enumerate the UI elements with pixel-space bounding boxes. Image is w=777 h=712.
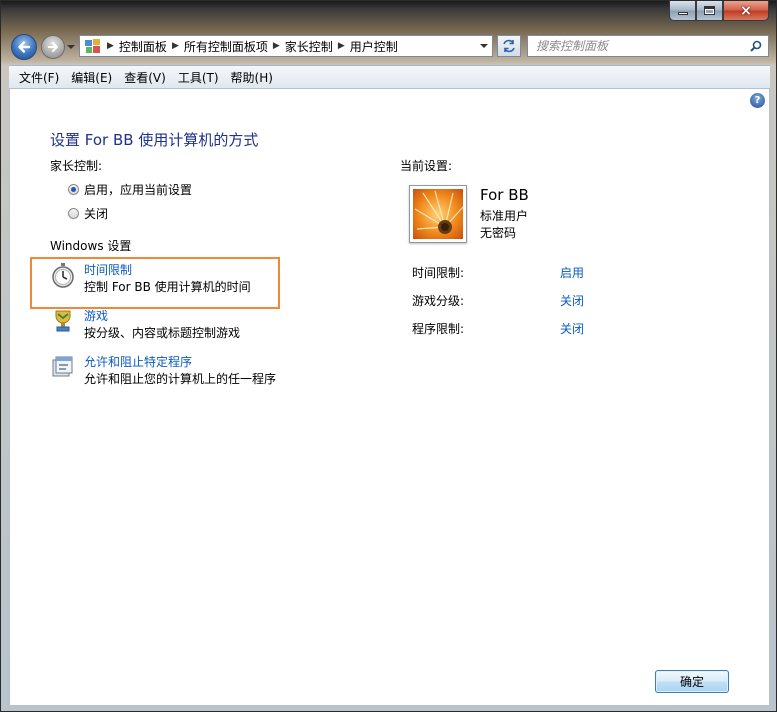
time-limit-value[interactable]: 启用 <box>560 264 584 281</box>
refresh-button[interactable] <box>497 35 521 57</box>
breadcrumb-separator[interactable]: ▶ <box>338 41 345 51</box>
radio-off-label[interactable]: 关闭 <box>84 205 108 222</box>
minimize-icon <box>677 12 688 15</box>
time-limits-desc: 控制 For BB 使用计算机的时间 <box>84 280 251 294</box>
window-frame: × ▶ 控制面板 ▶ 所有控制面板项 ▶ 家长控制 ▶ 用户控制 搜索控制面板 … <box>0 0 777 712</box>
time-limits-link[interactable]: 时间限制 <box>84 262 251 278</box>
windows-settings-label: Windows 设置 <box>50 239 132 253</box>
refresh-icon <box>503 39 515 53</box>
user-name: For BB <box>480 186 529 204</box>
program-block-icon <box>52 356 73 377</box>
recent-pages-dropdown[interactable] <box>67 45 75 49</box>
breadcrumb-user-controls[interactable]: 用户控制 <box>350 38 398 55</box>
time-limit-label: 时间限制: <box>412 266 465 280</box>
close-button[interactable]: × <box>723 1 769 21</box>
address-bar[interactable]: ▶ 控制面板 ▶ 所有控制面板项 ▶ 家长控制 ▶ 用户控制 <box>79 35 493 57</box>
program-limit-value[interactable]: 关闭 <box>560 320 584 337</box>
games-link[interactable]: 游戏 <box>84 308 240 324</box>
programs-desc: 允许和阻止您的计算机上的任一程序 <box>84 372 277 386</box>
back-arrow-icon <box>18 41 31 53</box>
program-limit-label: 程序限制: <box>412 322 465 336</box>
programs-link[interactable]: 允许和阻止特定程序 <box>84 354 276 370</box>
game-trophy-icon <box>55 310 71 332</box>
close-icon: × <box>740 2 752 19</box>
radio-on[interactable] <box>68 184 79 195</box>
breadcrumb-control-panel[interactable]: 控制面板 <box>119 38 167 55</box>
account-type: 标准用户 <box>480 209 529 223</box>
menu-help[interactable]: 帮助(H) <box>225 69 279 86</box>
radio-off[interactable] <box>68 208 79 219</box>
breadcrumb-separator[interactable]: ▶ <box>172 41 179 51</box>
caption-buttons: × <box>669 1 769 21</box>
game-rating-value[interactable]: 关闭 <box>560 292 584 309</box>
search-icon[interactable] <box>750 40 762 52</box>
password-status: 无密码 <box>480 226 517 240</box>
maximize-icon <box>704 6 715 15</box>
stopwatch-icon <box>52 263 74 288</box>
minimize-button[interactable] <box>669 1 696 21</box>
menu-bar: 文件(F) 编辑(E) 查看(V) 工具(T) 帮助(H) <box>9 65 770 89</box>
forward-button[interactable] <box>41 35 65 59</box>
page-title: 设置 For BB 使用计算机的方式 <box>50 131 259 149</box>
breadcrumb-separator[interactable]: ▶ <box>273 41 280 51</box>
menu-file[interactable]: 文件(F) <box>13 69 65 86</box>
current-settings-label: 当前设置: <box>400 159 453 173</box>
setting-time-limits[interactable]: 时间限制 控制 For BB 使用计算机的时间 <box>50 262 251 296</box>
forward-arrow-icon <box>47 42 58 52</box>
games-desc: 按分级、内容或标题控制游戏 <box>84 326 241 340</box>
content-pane: ? 设置 For BB 使用计算机的方式 家长控制: 启用，应用当前设置 关闭 … <box>9 89 770 706</box>
flower-picture-icon <box>413 189 464 239</box>
setting-programs[interactable]: 允许和阻止特定程序 允许和阻止您的计算机上的任一程序 <box>50 354 276 388</box>
search-box[interactable] <box>527 35 769 57</box>
maximize-button[interactable] <box>696 1 723 21</box>
help-icon[interactable]: ? <box>750 93 765 108</box>
breadcrumb-parental-controls[interactable]: 家长控制 <box>285 38 333 55</box>
back-button[interactable] <box>11 34 37 60</box>
menu-edit[interactable]: 编辑(E) <box>65 69 118 86</box>
breadcrumb-all-items[interactable]: 所有控制面板项 <box>184 38 268 55</box>
game-rating-label: 游戏分级: <box>412 294 465 308</box>
setting-games[interactable]: 游戏 按分级、内容或标题控制游戏 <box>50 308 240 342</box>
control-panel-icon <box>84 38 102 54</box>
ok-button[interactable]: 确定 <box>655 670 729 693</box>
address-dropdown-icon[interactable] <box>480 44 488 48</box>
radio-on-row[interactable]: 启用，应用当前设置 <box>68 181 192 198</box>
user-avatar <box>409 185 467 243</box>
radio-on-label[interactable]: 启用，应用当前设置 <box>84 181 192 198</box>
search-input[interactable] <box>536 39 746 53</box>
menu-view[interactable]: 查看(V) <box>118 69 172 86</box>
radio-off-row[interactable]: 关闭 <box>68 205 108 222</box>
menu-tools[interactable]: 工具(T) <box>172 69 225 86</box>
breadcrumb-separator[interactable]: ▶ <box>107 41 114 51</box>
parental-controls-label: 家长控制: <box>50 159 103 173</box>
